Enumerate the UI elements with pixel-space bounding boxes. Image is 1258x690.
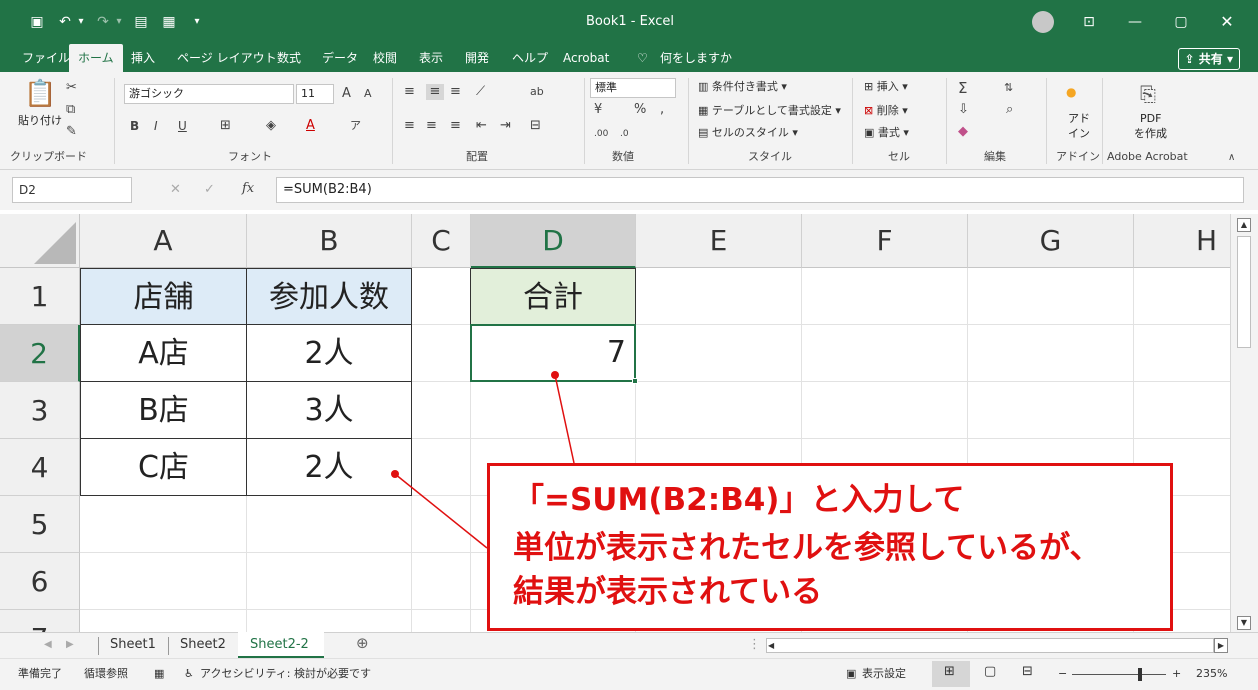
tab-divider bbox=[98, 637, 99, 655]
next-sheet-icon[interactable]: ▶ bbox=[66, 636, 74, 654]
page-break-view-icon[interactable]: ⊟ bbox=[1022, 665, 1033, 679]
callout-line-3: 結果が表示されている bbox=[513, 574, 823, 610]
status-ready: 準備完了 bbox=[18, 667, 62, 680]
status-circular-reference[interactable]: 循環参照 bbox=[84, 667, 128, 681]
zoom-in-icon[interactable]: + bbox=[1172, 667, 1181, 681]
horizontal-scrollbar[interactable] bbox=[766, 638, 1214, 653]
callout-line-2: 単位が表示されたセルを参照しているが、 bbox=[513, 530, 1101, 566]
sheet-tab-sheet2[interactable]: Sheet2 bbox=[180, 636, 226, 654]
split-handle-icon[interactable]: ⋮ bbox=[748, 636, 761, 654]
prev-sheet-icon[interactable]: ◀ bbox=[44, 636, 52, 654]
tab-divider bbox=[168, 637, 169, 655]
page-layout-view-icon[interactable]: ▢ bbox=[984, 665, 996, 679]
sheet-tab-sheet1[interactable]: Sheet1 bbox=[110, 636, 156, 654]
macro-record-icon[interactable]: ▦ bbox=[154, 667, 164, 681]
scroll-right-icon[interactable]: ▶ bbox=[1214, 638, 1228, 653]
normal-view-icon[interactable]: ⊞ bbox=[944, 665, 955, 679]
scroll-thumb[interactable] bbox=[1237, 236, 1251, 348]
excel-window: ▣ ↶ ▾ ↷ ▾ ▤ ▦ ▾ Book1 - Excel ⊡ — ▢ ✕ ファ… bbox=[0, 0, 1258, 690]
scroll-left-icon[interactable]: ◀ bbox=[768, 640, 774, 651]
sheet-tab-bar: ◀ ▶ Sheet1 Sheet2 Sheet2-2 ⊕ ⋮ ◀ ▶ bbox=[0, 632, 1258, 658]
annotation-callout: 「=SUM(B2:B4)」と入力して 単位が表示されたセルを参照しているが、 結… bbox=[487, 463, 1173, 631]
status-bar: 準備完了 循環参照 ▦ ♿ アクセシビリティ: 検討が必要です ▣ 表示設定 ⊞… bbox=[0, 658, 1258, 690]
status-accessibility[interactable]: アクセシビリティ: 検討が必要です bbox=[200, 667, 371, 681]
accessibility-icon[interactable]: ♿ bbox=[184, 667, 194, 681]
sheet-tab-sheet2-2[interactable]: Sheet2-2 bbox=[250, 636, 309, 654]
zoom-slider-track[interactable] bbox=[1072, 674, 1166, 675]
zoom-slider-thumb[interactable] bbox=[1138, 668, 1142, 681]
zoom-level[interactable]: 235% bbox=[1196, 667, 1227, 681]
vertical-scrollbar[interactable]: ▲ ▼ bbox=[1230, 214, 1258, 632]
display-settings-icon[interactable]: ▣ bbox=[846, 667, 856, 681]
scroll-down-icon[interactable]: ▼ bbox=[1237, 616, 1251, 630]
scroll-up-icon[interactable]: ▲ bbox=[1237, 218, 1251, 232]
add-sheet-icon[interactable]: ⊕ bbox=[356, 634, 369, 652]
zoom-out-icon[interactable]: − bbox=[1058, 667, 1067, 681]
status-display-settings[interactable]: 表示設定 bbox=[862, 667, 906, 681]
callout-line-1: 「=SUM(B2:B4)」と入力して bbox=[513, 482, 965, 518]
